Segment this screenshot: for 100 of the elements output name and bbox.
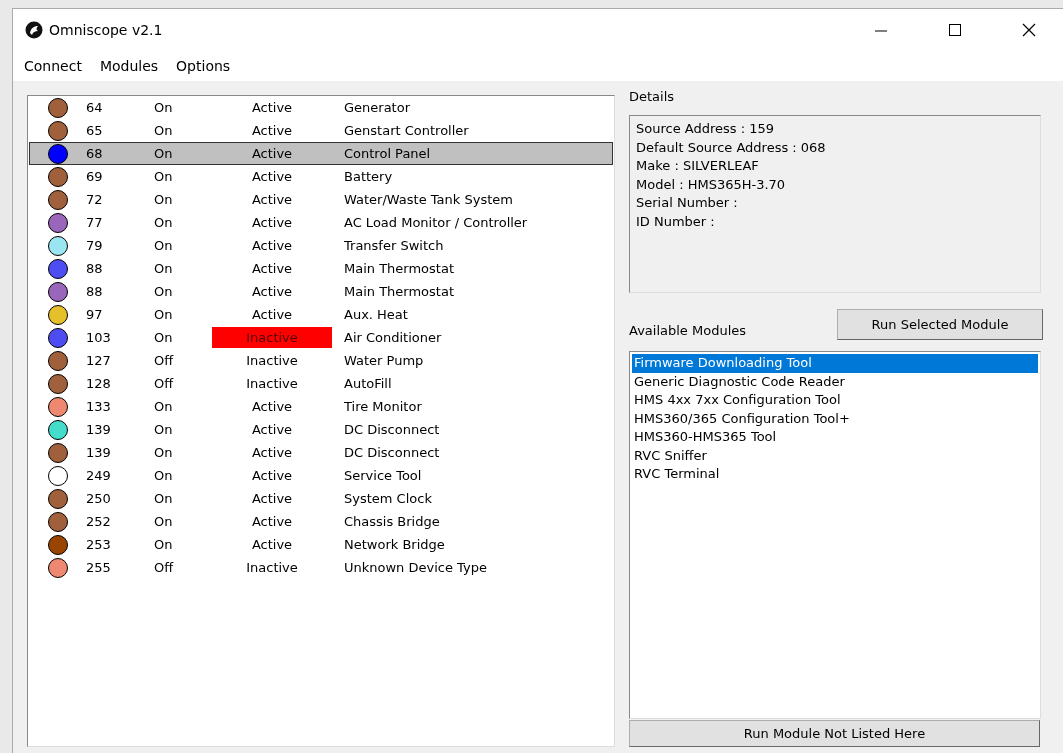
device-name-cell-text: Water Pump (343, 353, 425, 368)
power-cell-text: On (154, 330, 174, 345)
address-cell-text: 64 (86, 100, 104, 115)
status-cell: Inactive (212, 327, 332, 348)
module-item[interactable]: HMS360-HMS365 Tool (632, 428, 1038, 447)
device-name-cell-text: Generator (343, 100, 411, 115)
address-cell-text: 68 (86, 146, 104, 161)
power-cell-text: On (154, 169, 174, 184)
device-row[interactable]: 139 On Active DC Disconnect (29, 418, 613, 441)
power-cell-text: On (154, 238, 174, 253)
device-row[interactable]: 139 On Active DC Disconnect (29, 441, 613, 464)
modules-label: Available Modules (629, 323, 747, 340)
details-label: Details (629, 89, 676, 106)
minimize-icon (874, 30, 888, 32)
menu-item[interactable]: Modules (99, 58, 159, 74)
device-row[interactable]: 65 On Active Genstart Controller (29, 119, 613, 142)
detail-line: Make : SILVERLEAF (636, 157, 760, 175)
device-name-cell-text: DC Disconnect (343, 445, 441, 460)
device-name-cell-text: Aux. Heat (343, 307, 409, 322)
device-name-cell-text: AutoFill (343, 376, 393, 391)
address-cell-text: 69 (86, 169, 104, 184)
status-cell-text: Active (250, 536, 294, 554)
device-row[interactable]: 88 On Active Main Thermostat (29, 280, 613, 303)
device-row[interactable]: 253 On Active Network Bridge (29, 533, 613, 556)
device-name-cell-text: System Clock (343, 491, 433, 506)
address-cell-text: 128 (86, 376, 112, 391)
power-cell-text: Off (154, 560, 175, 575)
device-row[interactable]: 72 On Active Water/Waste Tank System (29, 188, 613, 211)
power-cell-text: On (154, 445, 174, 460)
detail-line: Serial Number : (636, 194, 739, 212)
status-cell-text: Inactive (245, 352, 299, 370)
menu-item[interactable]: Options (176, 58, 231, 74)
device-row[interactable]: 64 On Active Generator (29, 96, 613, 119)
address-cell-text: 139 (86, 422, 112, 437)
status-cell-text: Active (250, 191, 294, 209)
status-cell-text: Active (250, 306, 294, 324)
address-cell-text: 103 (86, 330, 112, 345)
address-cell-text: 88 (86, 284, 104, 299)
address-cell-text: 97 (86, 307, 104, 322)
device-row[interactable]: 250 On Active System Clock (29, 487, 613, 510)
module-item[interactable]: RVC Sniffer (632, 446, 1038, 465)
device-name-cell-text: Transfer Switch (343, 238, 445, 253)
power-cell-text: On (154, 491, 174, 506)
status-cell-text: Active (250, 260, 294, 278)
power-cell-text: On (154, 100, 174, 115)
power-cell-text: On (154, 537, 174, 552)
device-row[interactable]: 133 On Active Tire Monitor (29, 395, 613, 418)
power-cell-text: On (154, 146, 174, 161)
status-cell-text: Active (250, 513, 294, 531)
device-row[interactable]: 77 On Active AC Load Monitor / Controller (29, 211, 613, 234)
module-item[interactable]: HMS360/365 Configuration Tool+ (632, 409, 1038, 428)
maximize-icon (948, 23, 962, 37)
status-cell-text: Inactive (245, 375, 299, 393)
status-cell-text: Active (250, 467, 294, 485)
device-row[interactable]: 69 On Active Battery (29, 165, 613, 188)
module-item[interactable]: Generic Diagnostic Code Reader (632, 372, 1038, 391)
device-row[interactable]: 127 Off Inactive Water Pump (29, 349, 613, 372)
module-item[interactable]: Firmware Downloading Tool (632, 354, 1038, 373)
address-cell-text: 88 (86, 261, 104, 276)
status-cell-text: Inactive (245, 559, 299, 577)
device-name-cell-text: Network Bridge (343, 537, 446, 552)
app-logo-icon (25, 21, 43, 39)
power-cell-text: On (154, 284, 174, 299)
device-name-cell-text: Chassis Bridge (343, 514, 441, 529)
address-cell-text: 65 (86, 123, 104, 138)
device-name-cell-text: Unknown Device Type (343, 560, 488, 575)
device-row[interactable]: 88 On Active Main Thermostat (29, 257, 613, 280)
menu-item[interactable]: Connect (24, 58, 82, 74)
address-cell-text: 127 (86, 353, 112, 368)
status-cell-text: Active (250, 490, 294, 508)
status-cell-text: Active (250, 444, 294, 462)
power-cell-text: Off (154, 376, 175, 391)
power-cell-text: On (154, 307, 174, 322)
device-row[interactable]: 79 On Active Transfer Switch (29, 234, 613, 257)
device-row[interactable]: 97 On Active Aux. Heat (29, 303, 613, 326)
module-item[interactable]: RVC Terminal (632, 465, 1038, 484)
power-cell-text: On (154, 192, 174, 207)
device-name-cell-text: Control Panel (343, 146, 432, 161)
device-name-cell-text: Tire Monitor (343, 399, 423, 414)
device-row[interactable]: 249 On Active Service Tool (29, 464, 613, 487)
address-cell-text: 255 (86, 560, 112, 575)
device-name-cell-text: Air Conditioner (343, 330, 443, 345)
address-cell-text: 139 (86, 445, 112, 460)
device-row[interactable]: 68 On Active Control Panel (29, 142, 613, 165)
module-item[interactable]: HMS 4xx 7xx Configuration Tool (632, 391, 1038, 410)
address-cell-text: 133 (86, 399, 112, 414)
device-row[interactable]: 252 On Active Chassis Bridge (29, 510, 613, 533)
device-row[interactable]: 103 On Inactive Air Conditioner (29, 326, 613, 349)
device-name-cell-text: AC Load Monitor / Controller (343, 215, 529, 230)
status-cell-text: Active (250, 145, 294, 163)
device-row[interactable]: 255 Off Inactive Unknown Device Type (29, 556, 613, 579)
run-selected-module-button[interactable]: Run Selected Module (837, 309, 1043, 340)
power-cell-text: On (154, 422, 174, 437)
device-name-cell-text: Water/Waste Tank System (343, 192, 514, 207)
close-icon (1022, 23, 1036, 37)
power-cell-text: On (154, 261, 174, 276)
status-cell-text: Active (250, 99, 294, 117)
status-cell-text: Active (250, 214, 294, 232)
device-row[interactable]: 128 Off Inactive AutoFill (29, 372, 613, 395)
run-module-not-listed-button[interactable]: Run Module Not Listed Here (629, 720, 1040, 747)
